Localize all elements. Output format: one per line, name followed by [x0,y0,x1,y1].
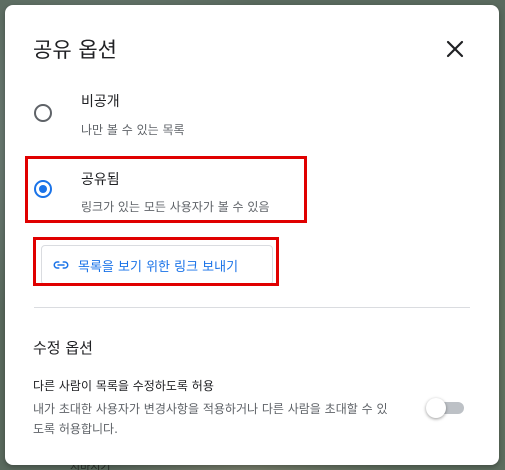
edit-options-title: 수정 옵션 [33,339,93,357]
radio-private[interactable] [34,104,52,122]
allow-edit-label: 다른 사람이 목록을 수정하도록 허용 [33,379,214,393]
option-private-description: 나만 볼 수 있는 목록 [81,123,185,137]
send-link-button[interactable]: 목록을 보기 위한 링크 보내기 [41,245,273,285]
radio-shared[interactable] [34,180,52,198]
divider [34,307,470,308]
toggle-thumb [426,398,446,418]
close-icon [446,40,464,58]
option-private-label: 비공개 [81,94,120,110]
send-link-label: 목록을 보기 위한 링크 보내기 [78,259,239,275]
allow-edit-toggle[interactable] [426,397,466,418]
allow-edit-description: 내가 초대한 사용자가 변경사항을 적용하거나 다른 사람을 초대할 수 있도록… [33,402,388,436]
option-shared-label: 공유됨 [81,172,120,188]
dialog-title: 공유 옵션 [33,38,117,62]
close-button[interactable] [441,35,469,63]
link-icon [53,261,69,269]
share-options-dialog: 공유 옵션 비공개 나만 볼 수 있는 목록 공유됨 링크가 있는 모든 사용자… [5,5,499,465]
option-shared-description: 링크가 있는 모든 사용자가 볼 수 있음 [81,200,270,214]
